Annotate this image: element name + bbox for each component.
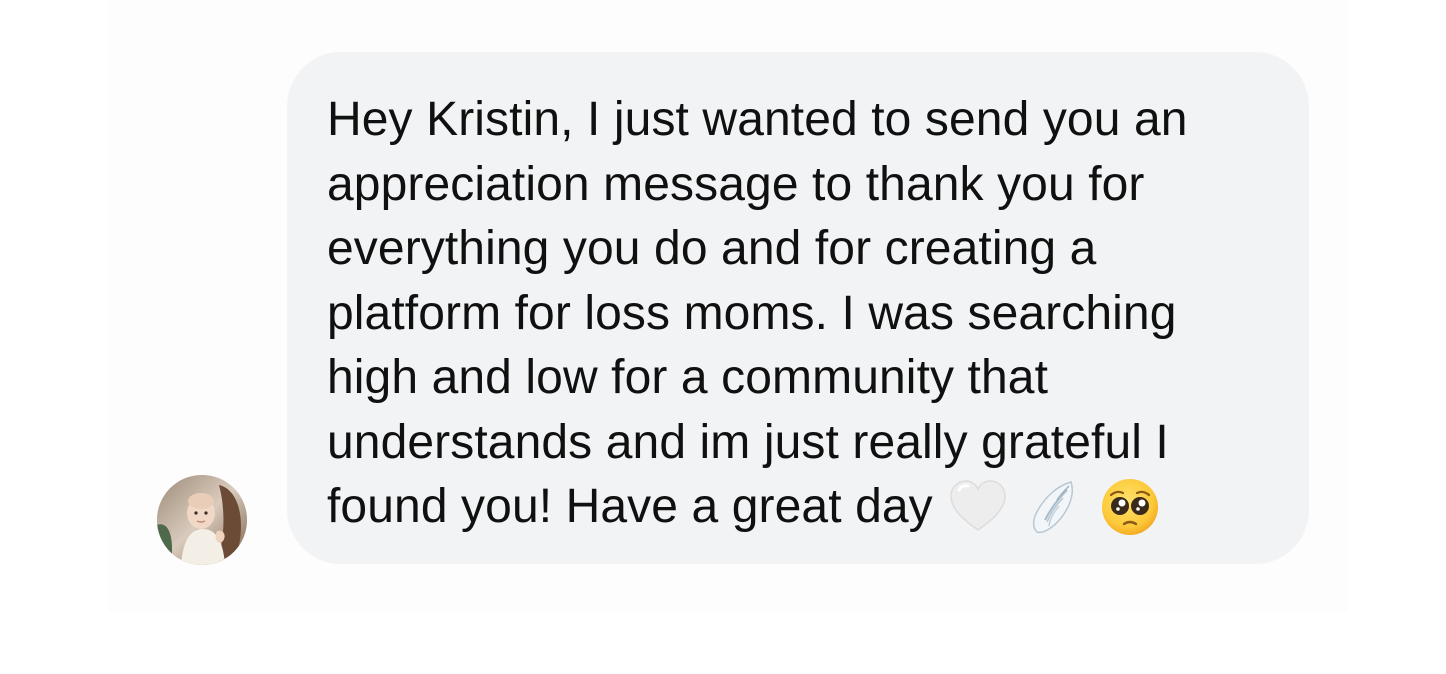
avatar-image <box>157 475 247 565</box>
message-bubble[interactable]: Hey Kristin, I just wanted to send you a… <box>287 52 1309 564</box>
emoji-row <box>933 479 1161 535</box>
wing-icon <box>1023 476 1085 538</box>
message-text: Hey Kristin, I just wanted to send you a… <box>327 88 1269 540</box>
pleading-face-icon <box>1099 476 1161 538</box>
white-heart-icon <box>947 476 1009 538</box>
message-body: Hey Kristin, I just wanted to send you a… <box>327 93 1188 533</box>
sender-avatar[interactable] <box>157 475 247 565</box>
